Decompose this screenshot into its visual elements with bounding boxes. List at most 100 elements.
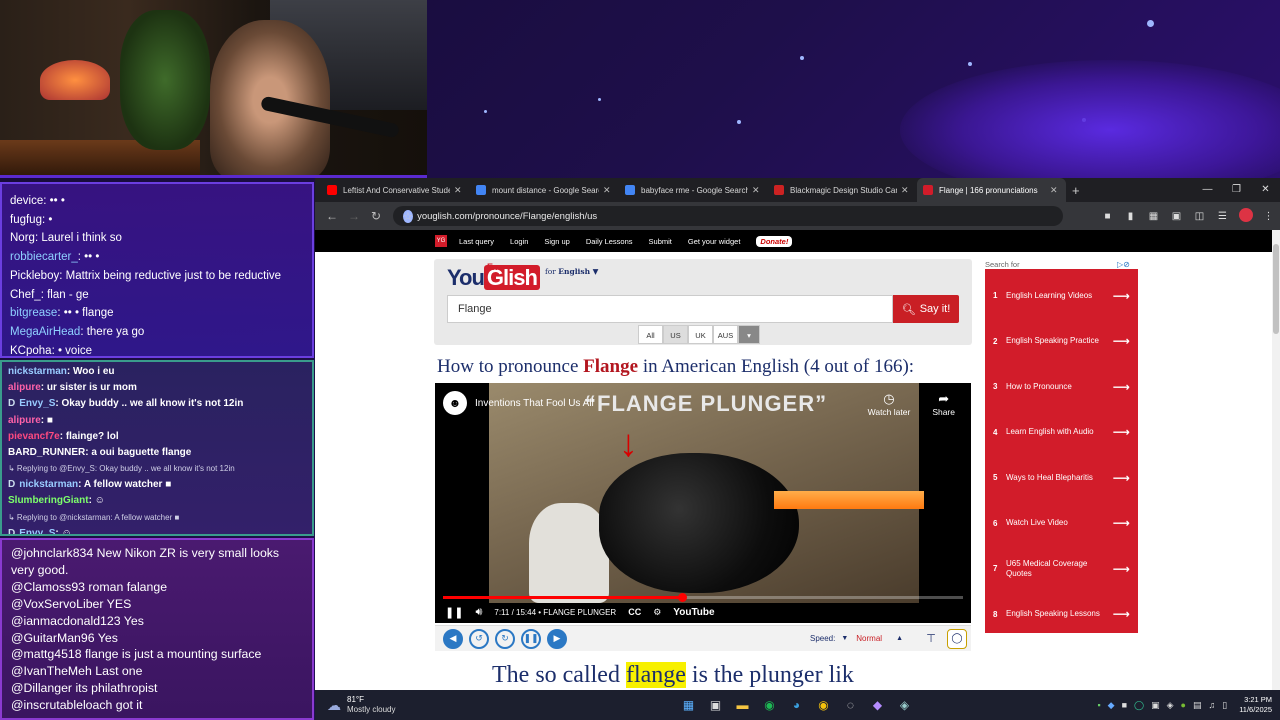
extension-icon[interactable]: ▮	[1119, 211, 1142, 222]
steam-icon[interactable]: ◈	[891, 694, 918, 716]
tab-close-icon[interactable]: ✕	[752, 185, 762, 196]
browser-tab[interactable]: mount distance - Google Search ✕	[470, 178, 619, 202]
file-explorer-icon[interactable]: ▬	[729, 694, 756, 716]
chat-username[interactable]: @VoxServoLiber	[11, 597, 103, 611]
start-button-icon[interactable]: ▦	[675, 694, 702, 716]
ad-item[interactable]: 8 English Speaking Lessons ⟶	[985, 592, 1138, 638]
volume-icon[interactable]: 🔊︎	[475, 606, 482, 619]
nvidia-icon[interactable]: ●	[1181, 700, 1186, 710]
reload-button[interactable]: ↻	[365, 209, 387, 223]
search-input[interactable]: Flange	[447, 295, 893, 323]
tab-close-icon[interactable]: ✕	[603, 185, 613, 196]
chat-username[interactable]: SlumberingGiant	[8, 495, 89, 506]
sidebar-icon[interactable]: ◫	[1188, 211, 1211, 222]
ad-choices-icon[interactable]: ▷⊘	[1117, 260, 1130, 269]
battery-icon[interactable]: ▯	[1222, 700, 1227, 711]
ad-item[interactable]: 3 How to Pronounce ⟶	[985, 364, 1138, 410]
video-player[interactable]: ↓ “FLANGE PLUNGER” ☻ Inventions That Foo…	[435, 383, 971, 623]
tab-close-icon[interactable]: ✕	[1050, 185, 1060, 196]
steam-tray-icon[interactable]: ◈	[1167, 700, 1174, 711]
chat-username[interactable]: @Dillanger	[11, 681, 72, 695]
ad-item[interactable]: 2 English Speaking Practice ⟶	[985, 319, 1138, 365]
repeat-icon[interactable]: ↻	[495, 628, 515, 649]
chat-username[interactable]: MegaAirHead	[10, 326, 80, 338]
chat-username[interactable]: @IvanTheMeh	[11, 664, 92, 678]
chat-username[interactable]: alipure	[8, 415, 41, 426]
ad-item[interactable]: 7 U65 Medical Coverage Quotes ⟶	[985, 546, 1138, 592]
previous-icon[interactable]: ◀	[443, 628, 463, 649]
new-tab-button[interactable]: +	[1072, 183, 1080, 198]
media-control-icon[interactable]: ☰	[1211, 211, 1234, 222]
spotify-icon[interactable]: ◉	[756, 694, 783, 716]
tab-close-icon[interactable]: ✕	[901, 185, 911, 196]
pause-icon[interactable]: ❚❚	[445, 606, 463, 619]
ad-item[interactable]: 6 Watch Live Video ⟶	[985, 501, 1138, 547]
chat-username[interactable]: nickstarman	[8, 366, 67, 377]
accent-option[interactable]: UK	[688, 325, 713, 344]
ad-item[interactable]: 5 Ways to Heal Blepharitis ⟶	[985, 455, 1138, 501]
chat-username[interactable]: alipure	[8, 382, 41, 393]
chapter-label[interactable]: • FLANGE PLUNGER	[538, 608, 616, 617]
settings-gear-icon[interactable]: ⚙	[653, 607, 661, 618]
accent-option[interactable]: US	[663, 325, 688, 344]
next-icon[interactable]: ▶	[547, 628, 567, 649]
browser-tab[interactable]: Flange | 166 pronunciations ✕	[917, 178, 1066, 202]
browser-tab[interactable]: Blackmagic Design Studio Came ✕	[768, 178, 917, 202]
chat-username[interactable]: device	[10, 195, 43, 207]
ad-item[interactable]: 1 English Learning Videos ⟶	[985, 273, 1138, 319]
minimize-button[interactable]: —	[1193, 178, 1222, 202]
chat-username[interactable]: Envy_S	[19, 528, 55, 534]
url-field[interactable]: ⚙ youglish.com/pronounce/Flange/english/…	[393, 206, 1063, 226]
chat-username[interactable]: BARD_RUNNER	[8, 447, 85, 458]
extensions-puzzle-icon[interactable]: ▣	[1165, 211, 1188, 222]
tray-icon[interactable]: ◯	[1134, 700, 1144, 711]
video-title[interactable]: Inventions That Fool Us All	[475, 398, 594, 409]
edge-icon[interactable]: ◕	[783, 694, 810, 716]
task-view-icon[interactable]: ▣	[702, 694, 729, 716]
captions-icon[interactable]: CC	[628, 607, 641, 617]
bluetooth-icon[interactable]: ■	[1122, 700, 1127, 710]
chat-username[interactable]: @inscrutableloach	[11, 698, 112, 712]
chat-username[interactable]: robbiecarter_	[10, 251, 78, 263]
browser-tab[interactable]: babyface rme - Google Search ✕	[619, 178, 768, 202]
chat-username[interactable]: @mattg4518	[11, 647, 82, 661]
say-it-button[interactable]: 🔍︎ Say it!	[893, 295, 959, 323]
chat-username[interactable]: Norg	[10, 232, 35, 244]
scrollbar-thumb[interactable]	[1273, 244, 1279, 334]
menu-dots-icon[interactable]: ⋮	[1257, 211, 1280, 222]
share-button[interactable]: ➦ Share	[932, 391, 955, 417]
chat-username[interactable]: pievancf7e	[8, 431, 60, 442]
language-selector[interactable]: for English ▼	[545, 267, 598, 276]
chat-username[interactable]: @GuitarMan96	[11, 631, 95, 645]
chat-username[interactable]: KCpoha	[10, 345, 52, 356]
chat-username[interactable]: bitgrease	[10, 307, 57, 319]
replay-back-icon[interactable]: ↺	[469, 628, 489, 649]
browser-tab[interactable]: Leftist And Conservative Studen ✕	[321, 178, 470, 202]
ad-item[interactable]: 4 Learn English with Audio ⟶	[985, 410, 1138, 456]
chat-username[interactable]: @johnclark834	[11, 546, 93, 560]
donate-button[interactable]: Donate!	[756, 235, 793, 247]
nav-link[interactable]: Last query	[459, 237, 494, 246]
page-scrollbar[interactable]	[1272, 230, 1280, 690]
extension-icon[interactable]: ▦	[1142, 211, 1165, 222]
chrome-icon[interactable]: ◉	[810, 694, 837, 716]
back-button[interactable]: ←	[321, 209, 343, 223]
forward-button[interactable]: →	[343, 209, 365, 223]
weather-widget[interactable]: ☁ 81°F Mostly cloudy	[327, 695, 395, 715]
nav-link[interactable]: Sign up	[544, 237, 569, 246]
speed-down-icon[interactable]: ▼	[841, 635, 848, 642]
tray-icon[interactable]: ▪	[1097, 700, 1100, 710]
nav-link[interactable]: Submit	[649, 237, 672, 246]
chat-username[interactable]: @Clamoss93	[11, 580, 85, 594]
chat-username[interactable]: nickstarman	[19, 479, 78, 490]
top-icon[interactable]: ⊤	[921, 632, 941, 645]
youtube-logo[interactable]: YouTube	[673, 607, 714, 618]
app-icon[interactable]: ◆	[864, 694, 891, 716]
chat-username[interactable]: Envy_S	[19, 398, 55, 409]
accent-option[interactable]: AUS	[713, 325, 738, 344]
chat-username[interactable]: Chef_	[10, 289, 41, 301]
video-progress-bar[interactable]	[443, 593, 963, 602]
network-icon[interactable]: ▤	[1193, 700, 1202, 711]
lightbulb-icon[interactable]: ◯	[947, 628, 967, 649]
pause-clip-icon[interactable]: ❚❚	[521, 628, 541, 649]
